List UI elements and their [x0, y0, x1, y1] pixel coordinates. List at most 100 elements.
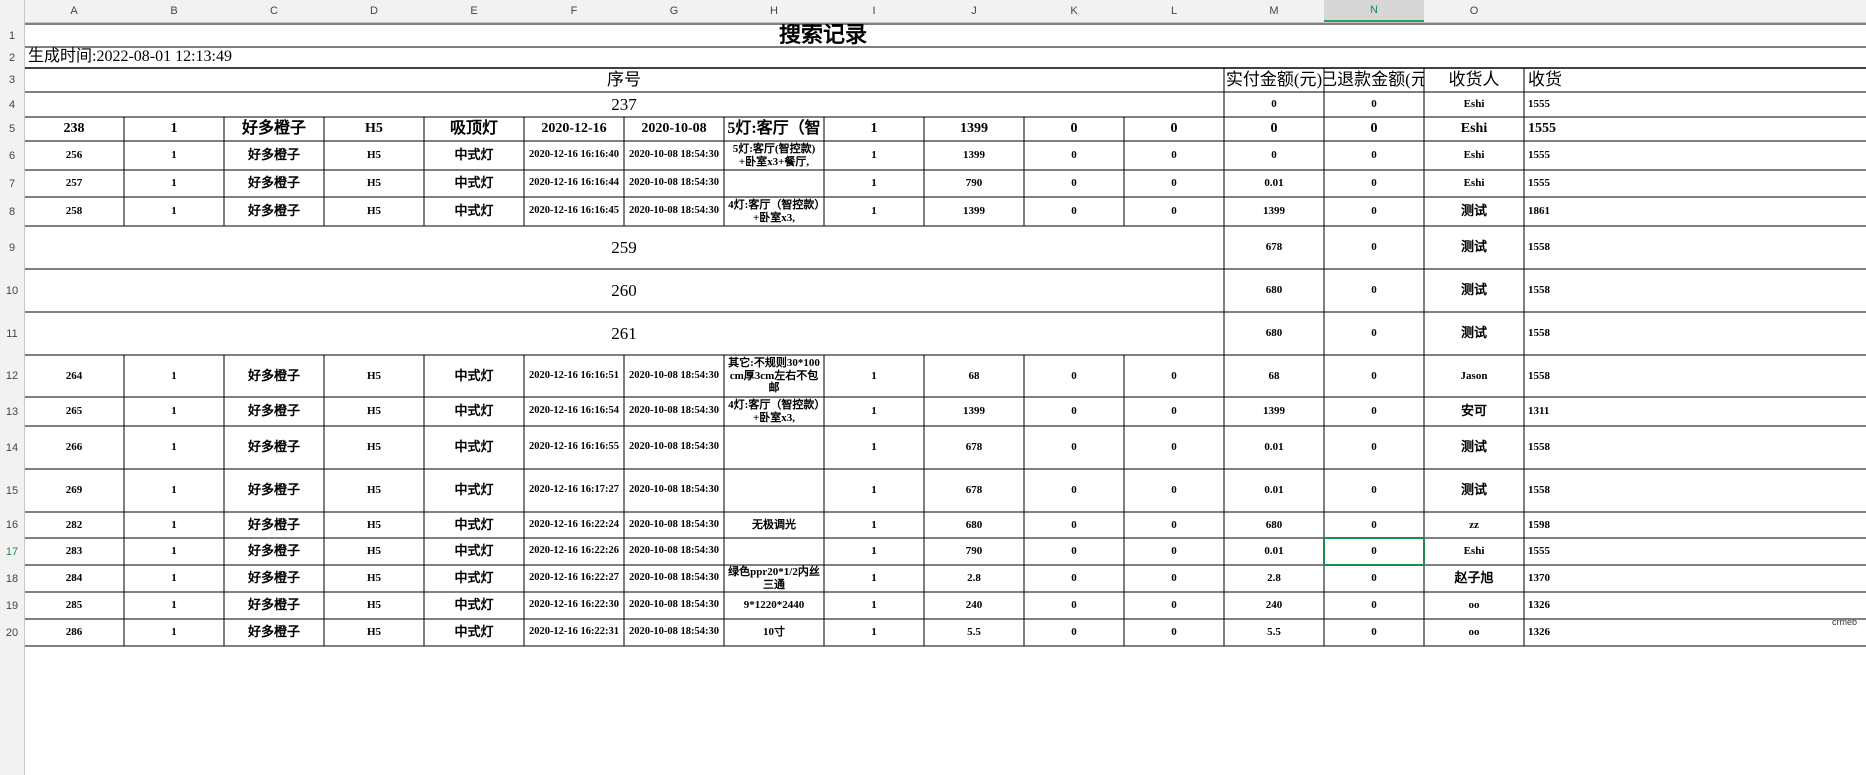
row-header-4[interactable]: 4 — [0, 92, 24, 117]
data-cell[interactable]: 790 — [924, 170, 1024, 197]
data-cell[interactable]: 中式灯 — [424, 355, 524, 397]
data-cell[interactable]: 1555 — [1524, 117, 1624, 141]
data-cell[interactable]: H5 — [324, 117, 424, 141]
data-cell[interactable] — [724, 426, 824, 469]
data-cell[interactable]: 285 — [24, 592, 124, 619]
refund-cell[interactable]: 0 — [1324, 312, 1424, 355]
data-cell[interactable]: 1558 — [1524, 355, 1624, 397]
data-cell[interactable]: H5 — [324, 565, 424, 592]
data-cell[interactable]: 0 — [1024, 355, 1124, 397]
data-cell[interactable]: 2020-10-08 18:54:30 — [624, 141, 724, 170]
data-cell[interactable]: 2020-10-08 — [624, 117, 724, 141]
data-cell[interactable]: 1 — [124, 117, 224, 141]
data-cell[interactable]: H5 — [324, 170, 424, 197]
data-cell[interactable]: 中式灯 — [424, 141, 524, 170]
data-cell[interactable] — [724, 538, 824, 565]
data-cell[interactable]: oo — [1424, 592, 1524, 619]
data-cell[interactable]: 好多橙子 — [224, 538, 324, 565]
data-cell[interactable]: 2020-12-16 16:16:51 — [524, 355, 624, 397]
data-cell[interactable]: 680 — [1224, 512, 1324, 538]
data-cell[interactable]: 1 — [824, 512, 924, 538]
sheet-title[interactable]: 搜索记录 — [24, 24, 1624, 47]
data-cell[interactable]: 2020-12-16 16:22:24 — [524, 512, 624, 538]
data-cell[interactable]: 238 — [24, 117, 124, 141]
data-cell[interactable]: 1 — [824, 197, 924, 226]
data-cell[interactable]: 2020-12-16 16:16:44 — [524, 170, 624, 197]
data-cell[interactable]: 0 — [1324, 512, 1424, 538]
header-receiver[interactable]: 收货人 — [1424, 68, 1524, 92]
data-cell[interactable]: 2020-10-08 18:54:30 — [624, 426, 724, 469]
data-cell[interactable]: 1311 — [1524, 397, 1624, 426]
merged-seq-cell[interactable]: 259 — [24, 226, 1224, 269]
paid-cell[interactable]: 678 — [1224, 226, 1324, 269]
data-cell[interactable]: 1 — [124, 512, 224, 538]
data-cell[interactable]: 1 — [124, 619, 224, 646]
phone-cell[interactable]: 1558 — [1524, 226, 1624, 269]
data-cell[interactable]: 0 — [1024, 197, 1124, 226]
paid-cell[interactable]: 680 — [1224, 312, 1324, 355]
data-cell[interactable]: 1861 — [1524, 197, 1624, 226]
row-header-8[interactable]: 8 — [0, 197, 24, 226]
data-cell[interactable]: 2020-12-16 16:17:27 — [524, 469, 624, 512]
column-header-h[interactable]: H — [724, 0, 824, 22]
data-cell[interactable]: H5 — [324, 397, 424, 426]
data-cell[interactable]: H5 — [324, 426, 424, 469]
refund-cell[interactable]: 0 — [1324, 269, 1424, 312]
data-cell[interactable]: 1 — [124, 565, 224, 592]
data-cell[interactable]: 无极调光 — [724, 512, 824, 538]
row-header-16[interactable]: 16 — [0, 512, 24, 538]
row-header-9[interactable]: 9 — [0, 226, 24, 269]
data-cell[interactable]: 68 — [1224, 355, 1324, 397]
data-cell[interactable]: 0 — [1024, 117, 1124, 141]
data-cell[interactable]: 0 — [1124, 565, 1224, 592]
data-cell[interactable]: 265 — [24, 397, 124, 426]
data-cell[interactable]: 0 — [1024, 619, 1124, 646]
row-header-2[interactable]: 2 — [0, 47, 24, 68]
data-cell[interactable]: 0 — [1124, 469, 1224, 512]
header-seq[interactable]: 序号 — [24, 68, 1224, 92]
data-cell[interactable]: 好多橙子 — [224, 117, 324, 141]
data-cell[interactable]: H5 — [324, 619, 424, 646]
data-cell[interactable]: 1 — [824, 397, 924, 426]
data-cell[interactable]: 测试 — [1424, 197, 1524, 226]
row-header-11[interactable]: 11 — [0, 312, 24, 355]
row-header-1[interactable]: 1 — [0, 24, 24, 47]
data-cell[interactable]: 2020-12-16 16:22:26 — [524, 538, 624, 565]
data-cell[interactable] — [724, 469, 824, 512]
receiver-cell[interactable]: Eshi — [1424, 92, 1524, 117]
data-cell[interactable]: 0.01 — [1224, 170, 1324, 197]
data-cell[interactable]: 1399 — [924, 197, 1024, 226]
generated-time[interactable]: 生成时间:2022-08-01 12:13:49 — [24, 47, 1624, 68]
row-header-15[interactable]: 15 — [0, 469, 24, 512]
column-header-n[interactable]: N — [1324, 0, 1424, 22]
data-cell[interactable]: 0 — [1024, 170, 1124, 197]
data-cell[interactable]: 好多橙子 — [224, 397, 324, 426]
data-cell[interactable]: 1399 — [924, 397, 1024, 426]
data-cell[interactable]: 2020-10-08 18:54:30 — [624, 619, 724, 646]
data-cell[interactable]: 安可 — [1424, 397, 1524, 426]
data-cell[interactable]: 1 — [824, 141, 924, 170]
data-cell[interactable]: 1555 — [1524, 538, 1624, 565]
data-cell[interactable]: 中式灯 — [424, 565, 524, 592]
data-cell[interactable]: 好多橙子 — [224, 197, 324, 226]
data-cell[interactable]: 好多橙子 — [224, 565, 324, 592]
data-cell[interactable]: 0 — [1024, 565, 1124, 592]
data-cell[interactable]: 好多橙子 — [224, 619, 324, 646]
data-cell[interactable]: 4灯:客厅（智控款）+卧室x3, — [724, 197, 824, 226]
row-header-7[interactable]: 7 — [0, 170, 24, 197]
data-cell[interactable]: Eshi — [1424, 141, 1524, 170]
data-cell[interactable]: 0 — [1024, 469, 1124, 512]
data-cell[interactable]: 中式灯 — [424, 592, 524, 619]
spreadsheet[interactable]: A B C D E F G H I J K L M N O 1 2 3 4 5 6 7 8 9 10 11 12 13 14 15 16 17… — [0, 0, 1866, 775]
data-cell[interactable]: H5 — [324, 592, 424, 619]
data-cell[interactable]: 1 — [124, 538, 224, 565]
column-header-b[interactable]: B — [124, 0, 224, 22]
data-cell[interactable]: 5灯:客厅（智 — [724, 117, 824, 141]
data-cell[interactable]: 1 — [124, 170, 224, 197]
data-cell[interactable]: 2020-10-08 18:54:30 — [624, 512, 724, 538]
data-cell[interactable]: 0 — [1224, 141, 1324, 170]
data-cell[interactable]: H5 — [324, 538, 424, 565]
row-header-10[interactable]: 10 — [0, 269, 24, 312]
header-paid[interactable]: 实付金额(元) — [1224, 68, 1324, 92]
data-cell[interactable]: 0 — [1324, 117, 1424, 141]
